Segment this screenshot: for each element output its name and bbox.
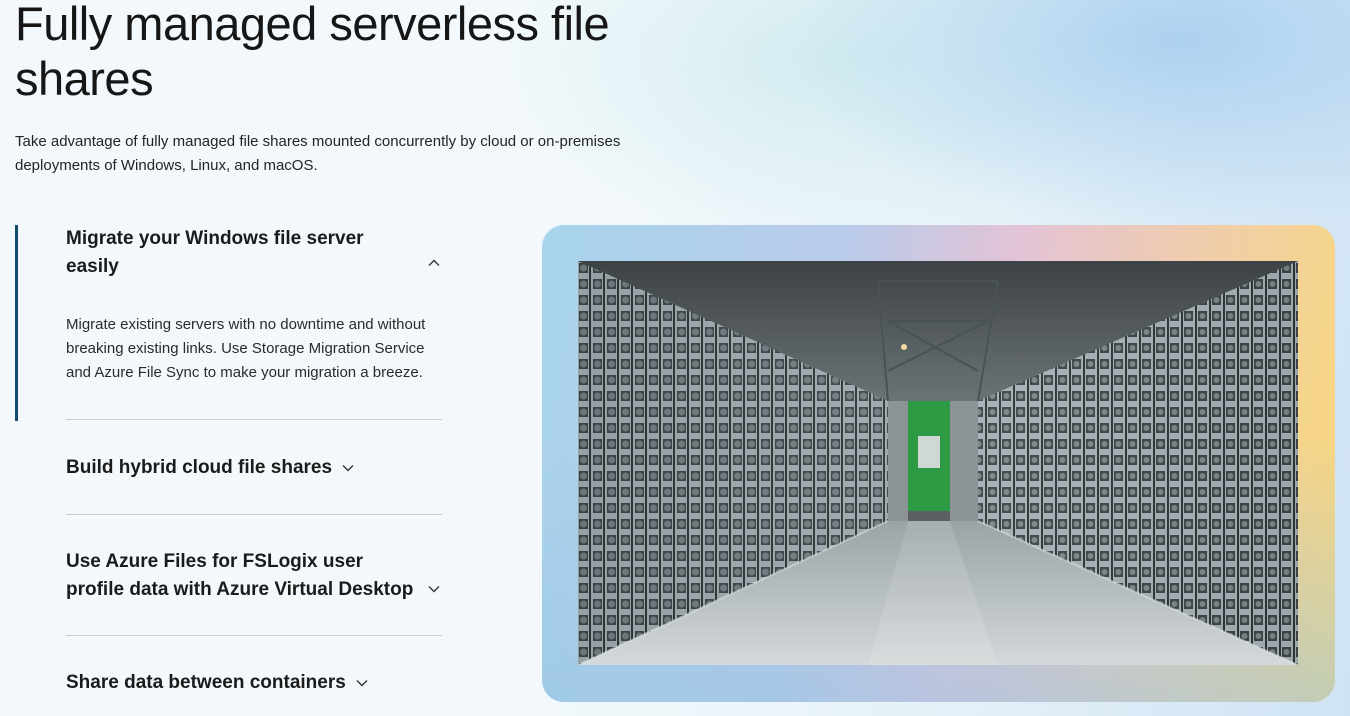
accordion-header-fslogix[interactable]: Use Azure Files for FSLogix user profile…	[66, 548, 442, 604]
accordion-header-migrate[interactable]: Migrate your Windows file server easily	[66, 225, 442, 281]
accordion-item-hybrid: Build hybrid cloud file shares	[15, 420, 445, 514]
chevron-up-icon	[426, 255, 442, 271]
accordion-item-migrate: Migrate your Windows file server easily …	[15, 225, 445, 421]
accordion-title: Share data between containers	[66, 672, 346, 693]
chevron-down-icon	[426, 581, 442, 597]
page-subtitle: Take advantage of fully managed file sha…	[15, 133, 621, 174]
chevron-down-icon	[354, 675, 370, 691]
media-frame	[542, 225, 1335, 702]
chevron-down-icon	[340, 460, 356, 476]
datacenter-photo	[578, 261, 1298, 665]
page-title: Fully managed serverless file shares	[15, 0, 610, 105]
accordion-title: Migrate your Windows file server easily	[66, 228, 364, 277]
accordion-body-migrate: Migrate existing servers with no downtim…	[66, 316, 426, 381]
accordion-item-containers: Share data between containers	[15, 636, 445, 697]
accordion-item-fslogix: Use Azure Files for FSLogix user profile…	[15, 515, 445, 635]
accordion-title: Use Azure Files for FSLogix user profile…	[66, 551, 414, 600]
accordion-title: Build hybrid cloud file shares	[66, 457, 333, 478]
feature-accordion: Migrate your Windows file server easily …	[15, 225, 445, 697]
accordion-header-hybrid[interactable]: Build hybrid cloud file shares	[66, 454, 445, 482]
accordion-header-containers[interactable]: Share data between containers	[66, 669, 445, 697]
